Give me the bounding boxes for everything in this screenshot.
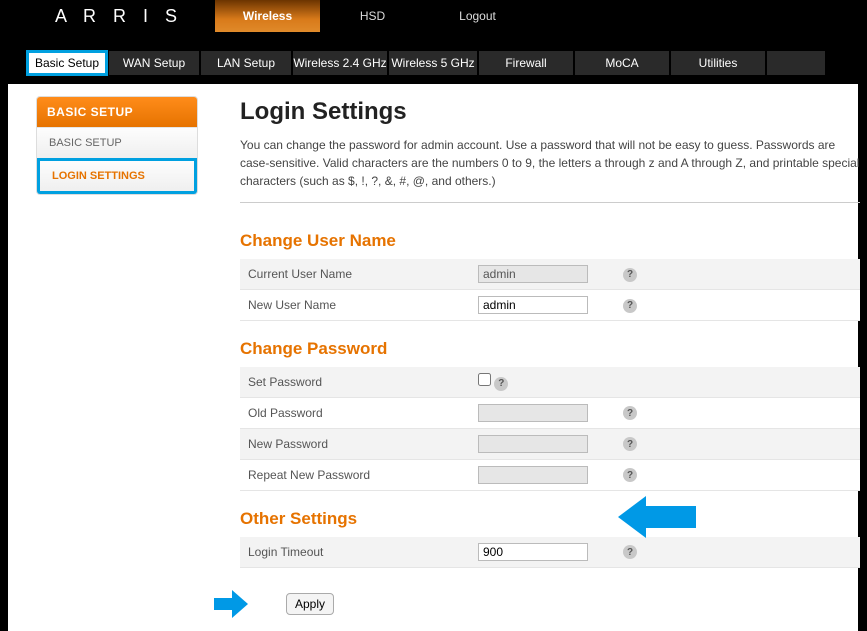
divider: [240, 202, 860, 203]
help-icon[interactable]: ?: [494, 377, 508, 391]
label-current-username: Current User Name: [240, 259, 470, 290]
tab-moca[interactable]: MoCA: [574, 50, 670, 76]
input-new-username[interactable]: [478, 296, 588, 314]
tab-wan-setup[interactable]: WAN Setup: [108, 50, 200, 76]
form-other-settings: Login Timeout ?: [240, 537, 860, 568]
brand-logo: A R R I S: [55, 0, 215, 32]
tabs: Basic Setup WAN Setup LAN Setup Wireless…: [26, 50, 867, 76]
label-old-password: Old Password: [240, 397, 470, 428]
tabs-strip: Basic Setup WAN Setup LAN Setup Wireless…: [0, 32, 867, 76]
help-icon[interactable]: ?: [623, 299, 637, 313]
callout-arrow-new-password: [618, 492, 696, 542]
tab-firewall[interactable]: Firewall: [478, 50, 574, 76]
tab-wireless-5[interactable]: Wireless 5 GHz: [388, 50, 478, 76]
topnav-logout[interactable]: Logout: [425, 0, 530, 32]
tab-utilities[interactable]: Utilities: [670, 50, 766, 76]
topnav-wireless[interactable]: Wireless: [215, 0, 320, 32]
row-old-password: Old Password ?: [240, 397, 860, 428]
label-repeat-password: Repeat New Password: [240, 459, 470, 490]
input-login-timeout[interactable]: [478, 543, 588, 561]
section-change-username: Change User Name: [240, 231, 860, 251]
help-icon[interactable]: ?: [623, 545, 637, 559]
tab-basic-setup[interactable]: Basic Setup: [26, 50, 108, 76]
form-change-password: Set Password ? Old Password ? New Passwo…: [240, 367, 860, 491]
tab-extra[interactable]: [766, 50, 826, 76]
sidebar-header: BASIC SETUP: [37, 97, 197, 127]
row-new-password: New Password ?: [240, 428, 860, 459]
help-icon[interactable]: ?: [623, 406, 637, 420]
row-new-username: New User Name ?: [240, 290, 860, 321]
label-set-password: Set Password: [240, 367, 470, 397]
topnav-hsd[interactable]: HSD: [320, 0, 425, 32]
help-icon[interactable]: ?: [623, 437, 637, 451]
page-description: You can change the password for admin ac…: [240, 136, 860, 190]
section-other-settings: Other Settings: [240, 509, 860, 529]
label-login-timeout: Login Timeout: [240, 537, 470, 568]
row-current-username: Current User Name ?: [240, 259, 860, 290]
label-new-username: New User Name: [240, 290, 470, 321]
top-bar: A R R I S Wireless HSD Logout: [0, 0, 867, 32]
sidebar: BASIC SETUP BASIC SETUP LOGIN SETTINGS: [36, 96, 198, 195]
form-change-username: Current User Name ? New User Name ?: [240, 259, 860, 321]
help-icon[interactable]: ?: [623, 468, 637, 482]
row-repeat-password: Repeat New Password ?: [240, 459, 860, 490]
top-nav: Wireless HSD Logout: [215, 0, 530, 32]
apply-row: Apply: [214, 588, 334, 620]
input-repeat-password[interactable]: [478, 466, 588, 484]
input-new-password[interactable]: [478, 435, 588, 453]
main-content: Login Settings You can change the passwo…: [240, 90, 860, 568]
label-new-password: New Password: [240, 428, 470, 459]
page-title: Login Settings: [240, 98, 860, 126]
sidebar-item-basic-setup[interactable]: BASIC SETUP: [37, 127, 197, 158]
apply-button[interactable]: Apply: [286, 593, 334, 615]
help-icon[interactable]: ?: [623, 268, 637, 282]
input-old-password[interactable]: [478, 404, 588, 422]
row-set-password: Set Password ?: [240, 367, 860, 397]
input-current-username: [478, 265, 588, 283]
callout-arrow-apply: [214, 588, 248, 620]
tab-wireless-24[interactable]: Wireless 2.4 GHz: [292, 50, 388, 76]
checkbox-set-password[interactable]: [478, 373, 491, 386]
row-login-timeout: Login Timeout ?: [240, 537, 860, 568]
section-change-password: Change Password: [240, 339, 860, 359]
sidebar-item-login-settings[interactable]: LOGIN SETTINGS: [37, 158, 197, 194]
tab-lan-setup[interactable]: LAN Setup: [200, 50, 292, 76]
